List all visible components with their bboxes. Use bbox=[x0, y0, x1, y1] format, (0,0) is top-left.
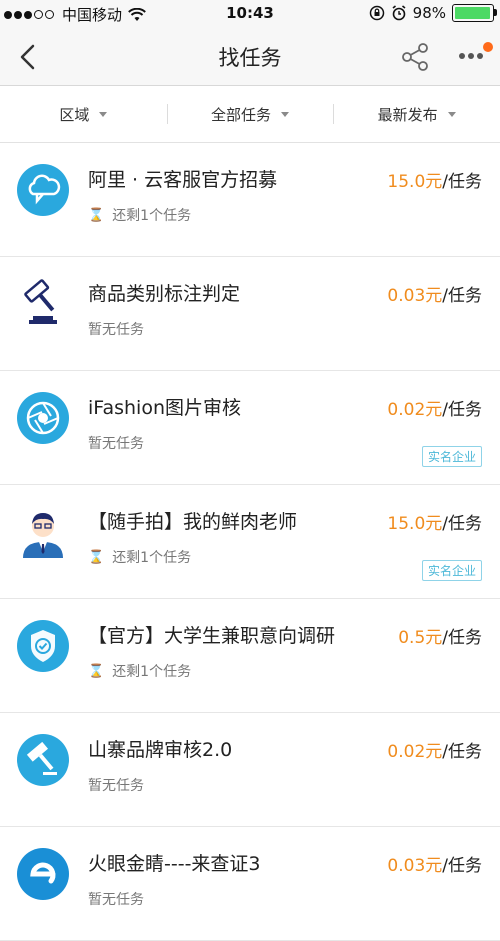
task-name: 阿里 · 云客服官方招募 bbox=[88, 169, 278, 191]
filter-sort[interactable]: 最新发布 bbox=[333, 86, 500, 142]
task-price-unit: /任务 bbox=[442, 514, 482, 534]
task-status: ⌛ 还剩1个任务 bbox=[88, 205, 191, 225]
filter-task-type-label: 全部任务 bbox=[211, 105, 272, 124]
camera-aperture-icon bbox=[17, 392, 69, 444]
battery-icon bbox=[452, 4, 497, 22]
task-status: ⌛ 还剩1个任务 bbox=[88, 661, 191, 681]
hourglass-icon: ⌛ bbox=[88, 549, 105, 565]
task-price: 0.03元/任务 bbox=[387, 281, 482, 306]
task-price-unit: /任务 bbox=[442, 628, 482, 648]
task-status-text: 还剩1个任务 bbox=[112, 550, 192, 566]
task-item[interactable]: 阿里 · 云客服官方招募 ⌛ 还剩1个任务 15.0元/任务 bbox=[0, 143, 500, 257]
filter-region[interactable]: 区域 bbox=[0, 86, 167, 142]
task-item[interactable]: 火眼金睛----来查证3 暂无任务 0.03元/任务 bbox=[0, 827, 500, 941]
status-bar: 中国移动 10:43 98% bbox=[0, 0, 500, 30]
task-price-amount: 0.03元 bbox=[387, 856, 443, 876]
task-status-text: 还剩1个任务 bbox=[112, 664, 192, 680]
task-item[interactable]: 【随手拍】我的鲜肉老师 ⌛ 还剩1个任务 15.0元/任务 实名企业 bbox=[0, 485, 500, 599]
task-item[interactable]: iFashion图片审核 暂无任务 0.02元/任务 实名企业 bbox=[0, 371, 500, 485]
task-status-text: 暂无任务 bbox=[88, 778, 144, 794]
hammer-icon bbox=[17, 734, 69, 786]
task-price-amount: 0.5元 bbox=[398, 628, 443, 648]
task-status-text: 暂无任务 bbox=[88, 436, 144, 452]
more-options-icon[interactable] bbox=[452, 38, 496, 74]
verified-company-badge: 实名企业 bbox=[421, 560, 482, 581]
task-price-amount: 0.02元 bbox=[387, 400, 443, 420]
cloud-chat-icon bbox=[17, 164, 69, 216]
task-name: 商品类别标注判定 bbox=[88, 283, 241, 305]
hourglass-icon: ⌛ bbox=[88, 207, 105, 223]
teacher-avatar-icon bbox=[23, 513, 63, 558]
caret-down-icon bbox=[99, 111, 108, 117]
task-status: 暂无任务 bbox=[88, 433, 144, 453]
task-status: 暂无任务 bbox=[88, 889, 144, 909]
task-price: 0.02元/任务 bbox=[387, 395, 482, 420]
battery-percent: 98% bbox=[412, 4, 446, 22]
shield-check-icon bbox=[17, 620, 69, 672]
task-status: 暂无任务 bbox=[88, 319, 144, 339]
task-item[interactable]: 【官方】大学生兼职意向调研 ⌛ 还剩1个任务 0.5元/任务 bbox=[0, 599, 500, 713]
filter-sort-label: 最新发布 bbox=[377, 105, 438, 124]
letter-e-icon bbox=[17, 848, 69, 900]
task-price-unit: /任务 bbox=[442, 856, 482, 876]
filter-region-label: 区域 bbox=[59, 105, 90, 124]
share-icon[interactable] bbox=[398, 40, 432, 74]
task-name: iFashion图片审核 bbox=[88, 397, 241, 419]
notification-dot-icon bbox=[483, 42, 493, 52]
gavel-icon bbox=[24, 279, 57, 324]
task-status-text: 暂无任务 bbox=[88, 892, 144, 908]
task-price-amount: 0.03元 bbox=[387, 286, 443, 306]
caret-down-icon bbox=[281, 111, 290, 117]
task-price: 0.02元/任务 bbox=[387, 737, 482, 762]
caret-down-icon bbox=[447, 111, 456, 117]
task-status: ⌛ 还剩1个任务 bbox=[88, 547, 191, 567]
task-name: 火眼金睛----来查证3 bbox=[88, 853, 261, 875]
task-name: 山寨品牌审核2.0 bbox=[88, 739, 233, 761]
task-price-unit: /任务 bbox=[442, 742, 482, 762]
task-name: 【随手拍】我的鲜肉老师 bbox=[88, 511, 298, 533]
task-price: 0.03元/任务 bbox=[387, 851, 482, 876]
task-item[interactable]: 商品类别标注判定 暂无任务 0.03元/任务 bbox=[0, 257, 500, 371]
hourglass-icon: ⌛ bbox=[88, 663, 105, 679]
task-name: 【官方】大学生兼职意向调研 bbox=[88, 625, 336, 647]
task-status-text: 暂无任务 bbox=[88, 322, 144, 338]
task-price-unit: /任务 bbox=[442, 286, 482, 306]
task-price: 0.5元/任务 bbox=[398, 623, 482, 648]
task-item[interactable]: 山寨品牌审核2.0 暂无任务 0.02元/任务 bbox=[0, 713, 500, 827]
task-list: 阿里 · 云客服官方招募 ⌛ 还剩1个任务 15.0元/任务 商品类别标注判定 … bbox=[0, 143, 500, 941]
rotation-lock-icon bbox=[369, 5, 384, 21]
task-price-unit: /任务 bbox=[442, 172, 482, 192]
task-price-amount: 15.0元 bbox=[387, 514, 443, 534]
task-price: 15.0元/任务 bbox=[387, 509, 482, 534]
filter-bar: 区域 全部任务 最新发布 bbox=[0, 86, 500, 143]
task-status-text: 还剩1个任务 bbox=[112, 208, 192, 224]
task-price: 15.0元/任务 bbox=[387, 167, 482, 192]
verified-company-badge: 实名企业 bbox=[421, 446, 482, 467]
task-status: 暂无任务 bbox=[88, 775, 144, 795]
task-price-amount: 15.0元 bbox=[387, 172, 443, 192]
filter-task-type[interactable]: 全部任务 bbox=[166, 86, 334, 142]
navigation-bar: 找任务 bbox=[0, 30, 500, 86]
task-price-unit: /任务 bbox=[442, 400, 482, 420]
task-price-amount: 0.02元 bbox=[387, 742, 443, 762]
alarm-icon bbox=[392, 5, 406, 21]
